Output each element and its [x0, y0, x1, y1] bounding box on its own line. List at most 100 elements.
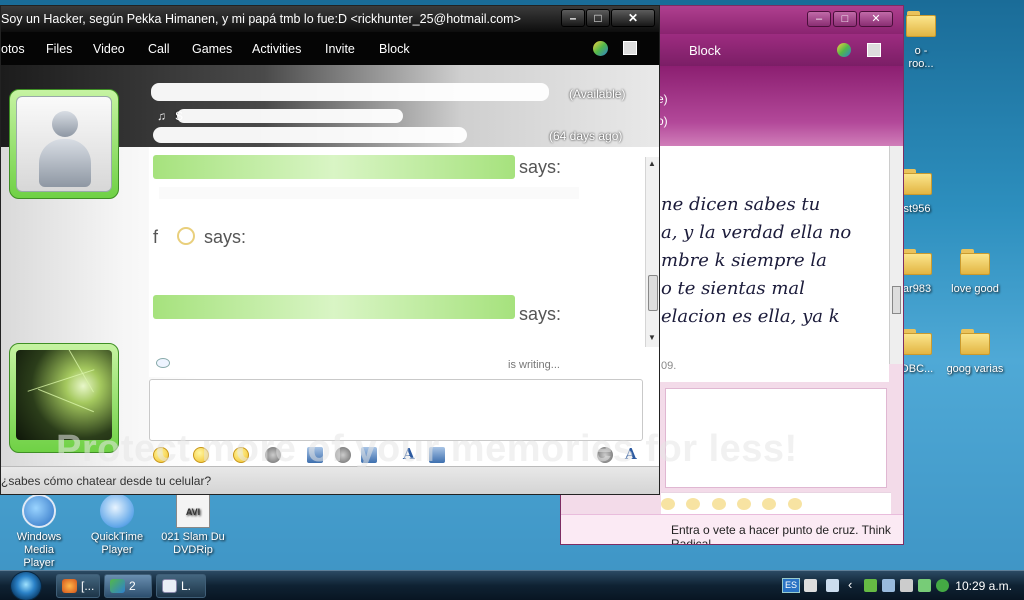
writing-status-icon — [156, 358, 170, 368]
sender-name-redacted — [153, 295, 515, 319]
menu-item-activities[interactable]: Activities — [252, 42, 301, 56]
messenger-icon — [110, 579, 125, 593]
says-label: says: — [204, 227, 247, 247]
window-title: Soy un Hacker, según Pekka Himanen, y mi… — [1, 12, 521, 26]
device-tray-icon[interactable] — [900, 579, 913, 592]
desktop-icon-quicktime-player[interactable]: QuickTime Player — [80, 494, 154, 557]
music-note-icon: ♫ — [157, 109, 166, 123]
system-tray: ES ‹ 10:29 a.m. — [774, 571, 1024, 600]
folder-icon — [900, 246, 934, 280]
personal-message-redacted — [177, 109, 403, 123]
desktop-icon-love-good[interactable]: love good — [938, 246, 1012, 296]
menu-item-files[interactable]: Files — [46, 42, 72, 56]
taskbar-item-browser[interactable]: [... — [56, 574, 100, 598]
last-message-time: (64 days ago) — [549, 129, 623, 143]
contact-avatar[interactable] — [9, 89, 119, 199]
network-icon[interactable] — [826, 579, 839, 592]
menu-item-video[interactable]: Video — [93, 42, 125, 56]
menu-item-games[interactable]: Games — [192, 42, 232, 56]
desktop-icon-label: QuickTime Player — [90, 531, 144, 556]
message-timestamp: 09. — [661, 360, 677, 372]
taskbar-item-messenger-group[interactable]: 2 — [104, 574, 152, 598]
options-menu-icon[interactable] — [867, 43, 881, 57]
emoticon-icon — [177, 227, 195, 245]
folder-icon — [958, 326, 992, 360]
windows-media-player-icon — [22, 494, 56, 528]
clock[interactable]: 10:29 a.m. — [955, 579, 1012, 593]
desktop-icon-label: goog varias — [946, 363, 1004, 375]
contact-name-redacted — [151, 83, 549, 101]
signal-tray-icon[interactable] — [918, 579, 931, 592]
options-menu-icon[interactable] — [623, 41, 637, 55]
wink-icon[interactable] — [686, 498, 701, 510]
says-label: says: — [519, 157, 562, 177]
scrollbar-thumb[interactable] — [648, 275, 658, 311]
sender-fragment: f — [153, 227, 159, 247]
taskbar-item-document[interactable]: L. — [156, 574, 206, 598]
messenger-logo-icon[interactable] — [837, 43, 851, 57]
menu-item-invite[interactable]: Invite — [325, 42, 355, 56]
menu-bar: otos Files Video Call Games Activities I… — [1, 32, 659, 65]
messenger-tray-icon[interactable] — [864, 579, 877, 592]
voice-clip-icon[interactable] — [737, 498, 752, 510]
show-hidden-icons-icon[interactable]: ‹ — [848, 577, 852, 592]
contact-email-redacted — [153, 127, 467, 143]
avi-file-icon: AVI — [176, 494, 210, 528]
minimize-button[interactable]: – — [807, 11, 831, 27]
help-icon[interactable] — [804, 579, 817, 592]
folder-icon — [904, 8, 938, 42]
users-tray-icon[interactable] — [882, 579, 895, 592]
conversation-area: says: f says: says: — [149, 147, 643, 377]
folder-icon — [900, 326, 934, 360]
scroll-down-icon[interactable]: ▼ — [648, 333, 656, 342]
scrollbar-thumb[interactable] — [892, 286, 901, 314]
title-bar[interactable]: Soy un Hacker, según Pekka Himanen, y mi… — [1, 6, 659, 32]
language-indicator[interactable]: ES — [782, 578, 800, 593]
desktop-icon-label: 021 Slam Du DVDRip — [161, 531, 225, 556]
sender-name-redacted — [153, 155, 515, 179]
conversation-scrollbar[interactable]: ▲ ▼ — [645, 157, 659, 347]
conversation-scrollbar[interactable] — [889, 146, 903, 364]
nudge-icon[interactable] — [711, 498, 726, 510]
desktop-icon-goog-varias[interactable]: goog varias — [938, 326, 1012, 376]
ad-text[interactable]: Entra o vete a hacer punto de cruz. Thin… — [561, 514, 903, 544]
close-button[interactable]: ✕ — [611, 9, 655, 27]
document-icon — [162, 579, 177, 593]
taskbar-item-label: [... — [81, 579, 95, 593]
emoticon-icon[interactable] — [661, 498, 675, 510]
desktop-icon-slam-dunk[interactable]: AVI 021 Slam Du DVDRip — [156, 494, 230, 557]
firefox-icon — [62, 579, 77, 593]
message-line: o te sientas mal — [661, 278, 805, 299]
quicktime-icon — [100, 494, 134, 528]
says-label: says: — [519, 304, 562, 324]
desktop-icon-label: love good — [951, 283, 999, 295]
messenger-logo-icon[interactable] — [593, 41, 608, 56]
chat-window-front[interactable]: Soy un Hacker, según Pekka Himanen, y mi… — [0, 5, 660, 495]
taskbar: [... 2 L. ES ‹ 10:29 a.m. — [0, 570, 1024, 600]
scroll-up-icon[interactable]: ▲ — [648, 159, 656, 168]
watermark-text: Protect more of your memories for less! — [56, 428, 798, 470]
message-line: elacion es ella, ya k — [661, 306, 840, 327]
menu-item-call[interactable]: Call — [148, 42, 170, 56]
contact-status: (Available) — [569, 87, 626, 101]
maximize-button[interactable]: □ — [833, 11, 857, 27]
menu-item-photos[interactable]: otos — [1, 42, 25, 56]
menu-item-block[interactable]: Block — [689, 43, 721, 58]
start-button[interactable] — [10, 571, 42, 600]
taskbar-item-label: 2 — [129, 579, 136, 593]
status-tray-icon[interactable] — [936, 579, 949, 592]
game-icon[interactable] — [787, 498, 802, 510]
taskbar-item-label: L. — [181, 579, 192, 593]
menu-item-block[interactable]: Block — [379, 42, 410, 56]
message-line: mbre k siempre la — [661, 250, 827, 271]
maximize-button[interactable]: □ — [586, 9, 610, 27]
desktop-icon-label: Windows Media Player — [16, 531, 62, 569]
typing-status: is writing... — [508, 359, 560, 371]
desktop-icon-windows-media-player[interactable]: Windows Media Player — [2, 494, 76, 570]
close-button[interactable]: ✕ — [859, 11, 893, 27]
format-toolbar — [661, 492, 891, 514]
minimize-button[interactable]: – — [561, 9, 585, 27]
folder-icon — [900, 166, 934, 200]
background-icon[interactable] — [762, 498, 777, 510]
message-line: ne dicen sabes tu — [661, 194, 821, 215]
